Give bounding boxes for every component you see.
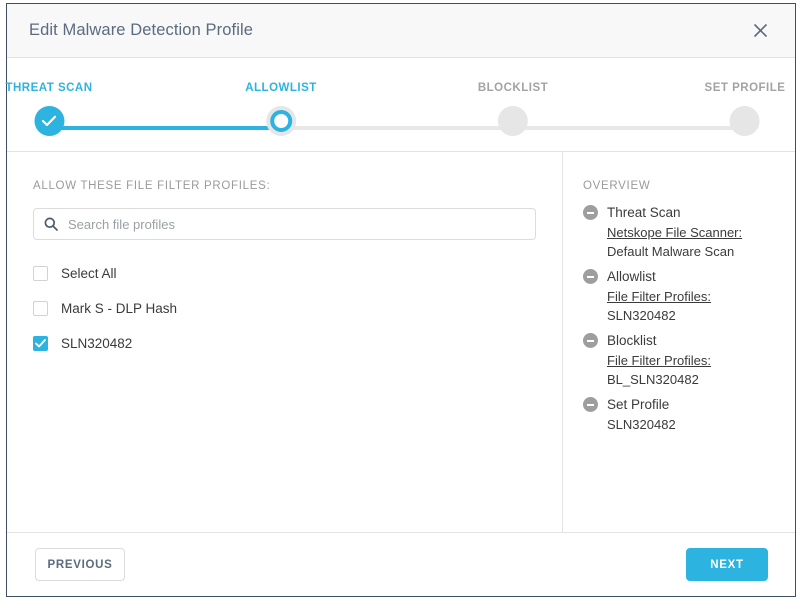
page-title: Edit Malware Detection Profile [29, 21, 254, 39]
overview-group-threat-scan: Threat Scan Netskope File Scanner: Defau… [583, 205, 779, 261]
overview-group-header[interactable]: Threat Scan [583, 205, 779, 220]
search-file-profiles-box[interactable] [33, 208, 536, 240]
overview-group-name: Set Profile [607, 397, 670, 412]
previous-button[interactable]: PREVIOUS [35, 548, 125, 581]
checkbox-label: SLN320482 [61, 336, 133, 351]
checkbox-select-all[interactable] [33, 266, 48, 281]
overview-group-blocklist: Blocklist File Filter Profiles: BL_SLN32… [583, 333, 779, 389]
step-label: SET PROFILE [704, 82, 786, 94]
close-icon[interactable] [745, 16, 775, 46]
overview-group-detail: Netskope File Scanner: Default Malware S… [583, 223, 779, 261]
overview-detail-value: SLN320482 [607, 308, 676, 323]
overview-detail-value: Default Malware Scan [607, 244, 735, 259]
overview-group-detail: File Filter Profiles: SLN320482 [583, 287, 779, 325]
overview-detail-key: Netskope File Scanner: [607, 225, 743, 240]
overview-detail-value: SLN320482 [607, 417, 676, 432]
file-profile-checkbox-list: Select All Mark S - DLP Hash SLN320482 [33, 262, 536, 355]
modal-body: ALLOW THESE FILE FILTER PROFILES: Search… [7, 152, 795, 533]
overview-detail-key: File Filter Profiles: [607, 353, 712, 368]
step-indicator-pending [730, 106, 760, 136]
overview-group-header[interactable]: Allowlist [583, 269, 779, 284]
step-label: ALLOWLIST [245, 82, 317, 94]
allowlist-pane: ALLOW THESE FILE FILTER PROFILES: Search… [7, 152, 563, 532]
overview-group-allowlist: Allowlist File Filter Profiles: SLN32048… [583, 269, 779, 325]
step-indicator-pending [498, 106, 528, 136]
minus-circle-icon[interactable] [583, 205, 598, 220]
check-icon [41, 115, 57, 127]
overview-group-name: Threat Scan [607, 205, 681, 220]
modal-footer: PREVIOUS NEXT [7, 533, 795, 596]
checkbox-sln320482[interactable] [33, 336, 48, 351]
next-button[interactable]: NEXT [686, 548, 768, 581]
checkbox-label: Select All [61, 266, 117, 281]
section-label: ALLOW THESE FILE FILTER PROFILES: [33, 180, 271, 192]
minus-circle-icon[interactable] [583, 333, 598, 348]
overview-group-detail: File Filter Profiles: BL_SLN320482 [583, 351, 779, 389]
checkbox-mark-s-dlp-hash[interactable] [33, 301, 48, 316]
checkbox-row-sln320482[interactable]: SLN320482 [33, 332, 536, 355]
modal-header: Edit Malware Detection Profile [7, 4, 795, 58]
step-allowlist[interactable]: ALLOWLIST [245, 82, 317, 136]
overview-group-detail: SLN320482 [583, 415, 779, 434]
overview-detail-value: BL_SLN320482 [607, 372, 699, 387]
step-threat-scan[interactable]: THREAT SCAN [5, 82, 92, 136]
overview-pane: OVERVIEW Threat Scan Netskope File Scann… [563, 152, 795, 532]
overview-detail-key: File Filter Profiles: [607, 289, 712, 304]
minus-circle-icon[interactable] [583, 397, 598, 412]
check-icon [35, 339, 46, 348]
checkbox-row-mark-s-dlp-hash[interactable]: Mark S - DLP Hash [33, 297, 536, 320]
step-indicator-complete [34, 106, 64, 136]
step-set-profile[interactable]: SET PROFILE [705, 82, 786, 136]
step-indicator-active [265, 106, 296, 136]
overview-group-name: Blocklist [607, 333, 657, 348]
search-icon [44, 217, 58, 231]
step-label: THREAT SCAN [5, 82, 93, 94]
minus-circle-icon[interactable] [583, 269, 598, 284]
checkbox-row-select-all[interactable]: Select All [33, 262, 536, 285]
overview-group-set-profile: Set Profile SLN320482 [583, 397, 779, 434]
search-input[interactable] [68, 216, 525, 232]
wizard-stepper: THREAT SCAN ALLOWLIST BLOCKLIST SET PROF… [5, 58, 795, 152]
step-label: BLOCKLIST [477, 82, 549, 94]
edit-malware-detection-profile-modal: Edit Malware Detection Profile THREAT SC… [5, 3, 796, 597]
overview-group-header[interactable]: Set Profile [583, 397, 779, 412]
checkbox-label: Mark S - DLP Hash [61, 301, 178, 316]
overview-group-name: Allowlist [607, 269, 656, 284]
step-blocklist[interactable]: BLOCKLIST [478, 82, 548, 136]
overview-group-header[interactable]: Blocklist [583, 333, 779, 348]
overview-title: OVERVIEW [583, 180, 651, 192]
